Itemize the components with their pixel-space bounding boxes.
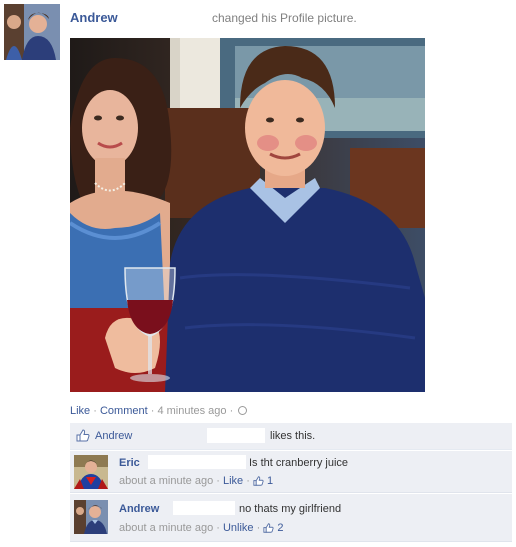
redaction-box (207, 428, 265, 443)
comment-timestamp[interactable]: about a minute ago (119, 475, 213, 487)
avatar-image (74, 500, 108, 534)
post-author-link[interactable]: Andrew (70, 10, 118, 25)
profile-photo[interactable] (70, 38, 425, 392)
thumbs-up-icon (263, 523, 274, 536)
comment-link[interactable]: Comment (100, 405, 148, 417)
comment-like-count[interactable]: 2 (277, 522, 283, 534)
like-link[interactable]: Like (70, 405, 90, 417)
comment-author-link[interactable]: Andrew (119, 503, 159, 515)
meta-separator: · (90, 405, 100, 417)
profile-avatar[interactable] (4, 4, 60, 60)
redaction-box (173, 501, 235, 515)
post-action-text: changed his Profile picture. (212, 11, 357, 25)
post-timestamp[interactable]: 4 minutes ago (157, 405, 226, 417)
avatar-image (4, 4, 60, 60)
liker-link[interactable]: Andrew (95, 430, 132, 442)
comment-item: Andrew no thats my girlfriend about a mi… (70, 494, 512, 542)
comment-item: Eric Is tht cranberry juice about a minu… (70, 451, 512, 493)
comment-author-link[interactable]: Eric (119, 457, 140, 469)
comment-meta: about a minute ago · Unlike · 2 (119, 522, 284, 536)
comment-text: Is tht cranberry juice (249, 457, 349, 469)
globe-icon[interactable] (238, 406, 248, 415)
comment-unlike-link[interactable]: Unlike (223, 522, 254, 534)
meta-separator: · (213, 522, 223, 534)
thumbs-up-icon (76, 429, 90, 445)
meta-separator: · (147, 405, 158, 417)
likes-text: likes this. (270, 430, 316, 442)
commenter-avatar[interactable] (74, 500, 108, 534)
avatar-image (74, 455, 108, 489)
likes-summary: Andrew likes this. (70, 423, 512, 450)
commenter-avatar[interactable] (74, 455, 108, 489)
thumbs-up-icon (253, 476, 264, 489)
meta-separator: · (226, 405, 237, 417)
comment-text: no thats my girlfriend (239, 503, 342, 515)
comment-like-link[interactable]: Like (223, 475, 243, 487)
comment-timestamp[interactable]: about a minute ago (119, 522, 213, 534)
comment-meta: about a minute ago · Like · 1 (119, 475, 273, 489)
comment-like-count[interactable]: 1 (267, 475, 273, 487)
profile-photo-image (70, 38, 425, 392)
meta-separator: · (253, 522, 264, 534)
redaction-box (148, 455, 246, 469)
post-meta: Like · Comment · 4 minutes ago · (70, 405, 248, 417)
meta-separator: · (213, 475, 223, 487)
meta-separator: · (243, 475, 253, 487)
